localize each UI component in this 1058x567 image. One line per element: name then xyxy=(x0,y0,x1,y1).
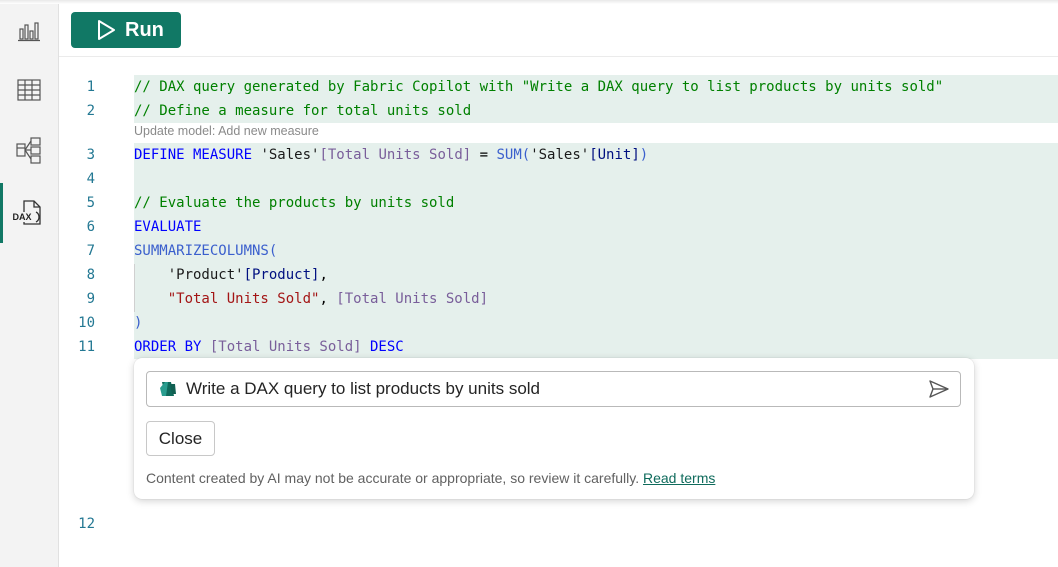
dax-icon-label: DAX xyxy=(12,212,32,222)
line-number: 9 xyxy=(86,291,95,307)
send-icon[interactable] xyxy=(928,378,950,405)
line-number: 6 xyxy=(86,219,95,235)
code-token: [Total Units Sold] xyxy=(336,291,489,307)
line-number: 1 xyxy=(86,79,95,95)
read-terms-link[interactable]: Read terms xyxy=(643,470,715,486)
copilot-prompt-panel: Write a DAX query to list products by un… xyxy=(134,358,974,499)
code-token: 'Sales' xyxy=(260,147,320,163)
code-token: [Total Units Sold] xyxy=(209,339,362,355)
code-token: 'Sales' xyxy=(530,147,590,163)
code-token: = xyxy=(471,147,497,163)
code-text: "Total Units Sold", [Total Units Sold] xyxy=(134,287,1058,311)
code-text: ) xyxy=(134,311,1058,335)
code-line[interactable]: 5 // Evaluate the products by units sold xyxy=(59,191,1058,215)
model-diagram-icon xyxy=(15,136,43,169)
code-line[interactable]: 6 EVALUATE xyxy=(59,215,1058,239)
code-text: ORDER BY [Total Units Sold] DESC xyxy=(134,335,1058,359)
line-number: 11 xyxy=(78,339,95,355)
code-line[interactable]: 1 // DAX query generated by Fabric Copilo… xyxy=(59,75,1058,99)
run-button-label: Run xyxy=(125,18,164,41)
code-line[interactable]: 2 // Define a measure for total units sol… xyxy=(59,99,1058,123)
code-token: EVALUATE xyxy=(134,219,202,235)
code-token: ) xyxy=(134,315,143,331)
left-sidebar: DAX xyxy=(0,0,59,567)
copilot-prompt-input[interactable]: Write a DAX query to list products by un… xyxy=(146,371,961,407)
code-line[interactable]: 8 'Product'[Product], xyxy=(59,263,1058,287)
report-view-button[interactable] xyxy=(0,4,58,62)
model-update-hint[interactable]: Update model: Add new measure xyxy=(134,124,319,138)
code-token: ) xyxy=(639,147,649,163)
code-text: 'Product'[Product], xyxy=(134,263,1058,287)
copilot-icon xyxy=(158,380,178,398)
line-number: 12 xyxy=(78,516,95,532)
code-text xyxy=(134,167,1058,191)
code-line[interactable]: 4 xyxy=(59,167,1058,191)
code-text: SUMMARIZECOLUMNS( xyxy=(134,239,1058,263)
top-edge-shadow xyxy=(0,0,1058,4)
code-line[interactable]: 9 "Total Units Sold", [Total Units Sold] xyxy=(59,287,1058,311)
dax-query-icon: DAX xyxy=(12,198,46,228)
line-number: 8 xyxy=(86,267,95,283)
code-token: [Unit] xyxy=(589,147,640,163)
code-line[interactable]: 7 SUMMARIZECOLUMNS( xyxy=(59,239,1058,263)
line-number: 2 xyxy=(86,103,95,119)
code-token: // DAX query generated by Fabric Copilot… xyxy=(134,79,944,95)
code-line[interactable]: 10) xyxy=(59,311,1058,335)
code-text: // DAX query generated by Fabric Copilot… xyxy=(134,75,1058,99)
code-text: // Define a measure for total units sold xyxy=(134,99,1058,123)
line-number: 3 xyxy=(86,147,95,163)
run-button[interactable]: Run xyxy=(71,12,181,48)
copilot-prompt-text: Write a DAX query to list products by un… xyxy=(186,379,541,398)
line-number: 7 xyxy=(86,243,95,259)
line-number: 10 xyxy=(78,315,95,331)
indent-guide xyxy=(134,264,135,312)
code-token: [Product] xyxy=(243,267,320,283)
table-grid-icon xyxy=(16,78,42,107)
ai-disclaimer: Content created by AI may not be accurat… xyxy=(146,470,715,486)
code-token: , xyxy=(319,267,328,283)
code-token: [Total Units Sold] xyxy=(319,147,472,163)
code-line[interactable]: 11 ORDER BY [Total Units Sold] DESC xyxy=(59,335,1058,359)
model-view-button[interactable] xyxy=(0,123,58,181)
ai-disclaimer-text: Content created by AI may not be accurat… xyxy=(146,470,640,486)
code-token: DEFINE MEASURE xyxy=(134,147,261,163)
code-line[interactable]: 3 DEFINE MEASURE 'Sales'[Total Units Sold… xyxy=(59,143,1058,167)
code-token: DESC xyxy=(361,339,404,355)
bar-chart-icon xyxy=(17,19,41,48)
code-text: // Evaluate the products by units sold xyxy=(134,191,1058,215)
toolbar xyxy=(59,0,1058,57)
code-line[interactable]: 12 xyxy=(59,512,1058,536)
code-token: // Define a measure for total units sold xyxy=(134,103,472,119)
line-number: 4 xyxy=(86,171,95,187)
play-icon xyxy=(95,19,125,41)
code-token: SUMMARIZECOLUMNS( xyxy=(134,243,278,259)
code-token: 'Product' xyxy=(167,267,244,283)
table-view-button[interactable] xyxy=(0,63,58,121)
code-token: SUM( xyxy=(496,147,531,163)
code-token: ORDER BY xyxy=(134,339,210,355)
code-text: EVALUATE xyxy=(134,215,1058,239)
code-token: // Evaluate the products by units sold xyxy=(134,195,455,211)
dax-query-view-button[interactable]: DAX xyxy=(0,183,58,243)
code-token: "Total Units Sold" xyxy=(167,291,320,307)
line-number: 5 xyxy=(86,195,95,211)
close-button[interactable]: Close xyxy=(146,421,215,456)
code-text: DEFINE MEASURE 'Sales'[Total Units Sold]… xyxy=(134,143,1058,167)
code-token: , xyxy=(319,291,337,307)
